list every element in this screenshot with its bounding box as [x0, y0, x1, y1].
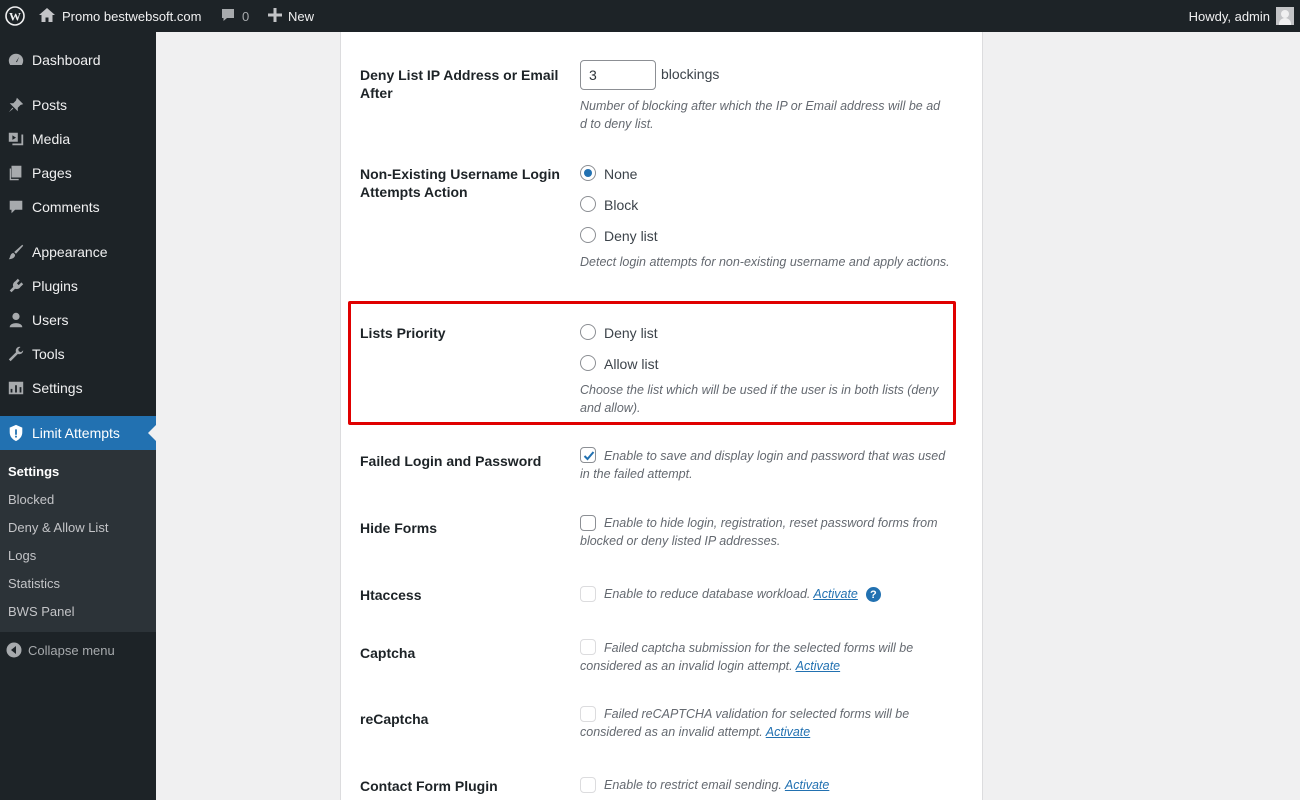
comments-link[interactable]: 0 — [220, 0, 249, 32]
sidebar-item-users[interactable]: Users — [0, 303, 156, 337]
submenu-item-bws-panel[interactable]: BWS Panel — [8, 597, 74, 625]
failed-login-description: Enable to save and display login and pas… — [580, 449, 946, 481]
non-existing-option-none[interactable]: None — [604, 166, 637, 182]
sidebar-item-label: Limit Attempts — [32, 425, 120, 441]
collapse-label: Collapse menu — [28, 642, 115, 658]
collapse-menu-button[interactable]: Collapse menu — [0, 633, 115, 667]
sidebar-item-plugins[interactable]: Plugins — [0, 269, 156, 303]
sidebar-item-posts[interactable]: Posts — [0, 88, 156, 122]
deny-after-description: Number of blocking after which the IP or… — [580, 99, 941, 131]
help-icon[interactable]: ? — [865, 587, 881, 603]
captcha-activate-link[interactable]: Activate — [796, 659, 840, 673]
plug-icon — [0, 277, 32, 295]
sidebar-item-dashboard[interactable]: Dashboard — [0, 43, 156, 77]
submenu-item-blocked[interactable]: Blocked — [8, 485, 54, 513]
submenu-item-logs[interactable]: Logs — [8, 541, 36, 569]
sidebar-item-media[interactable]: Media — [0, 122, 156, 156]
non-existing-description: Detect login attempts for non-existing u… — [580, 255, 950, 269]
htaccess-activate-link[interactable]: Activate — [813, 587, 857, 601]
account-menu[interactable]: Howdy, admin — [1189, 0, 1294, 32]
sidebar-item-label: Comments — [32, 199, 100, 215]
lists-priority-option-deny[interactable]: Deny list — [604, 325, 658, 341]
pages-icon — [0, 164, 32, 182]
contact-form-description-row: Enable to restrict email sending. Activa… — [580, 776, 950, 794]
site-name: Promo bestwebsoft.com — [62, 8, 202, 24]
lists-priority-radio-allow[interactable] — [580, 355, 596, 371]
lists-priority-label: Lists Priority — [360, 325, 446, 341]
submenu-item-settings[interactable]: Settings — [8, 457, 59, 485]
captcha-description: Failed captcha submission for the select… — [580, 641, 914, 673]
submenu-item-deny-allow-list[interactable]: Deny & Allow List — [8, 513, 108, 541]
home-icon — [38, 7, 56, 26]
limit-attempts-submenu: Settings Blocked Deny & Allow List Logs … — [0, 450, 156, 632]
recaptcha-description-row: Failed reCAPTCHA validation for selected… — [580, 705, 950, 741]
contact-form-label: Contact Form Plugin — [360, 778, 498, 794]
htaccess-label: Htaccess — [360, 587, 422, 603]
non-existing-radio-block[interactable] — [580, 196, 596, 212]
sidebar-item-label: Dashboard — [32, 52, 101, 68]
lists-priority-radio-deny[interactable] — [580, 324, 596, 340]
sidebar-item-appearance[interactable]: Appearance — [0, 235, 156, 269]
non-existing-label: Non-Existing Username Login Attempts Act… — [360, 166, 560, 200]
new-content-link[interactable]: New — [268, 0, 314, 32]
plus-icon — [268, 7, 282, 25]
sidebar-item-comments[interactable]: Comments — [0, 190, 156, 224]
captcha-label: Captcha — [360, 645, 416, 661]
sidebar-item-label: Tools — [32, 346, 65, 362]
contact-form-activate-link[interactable]: Activate — [785, 778, 829, 792]
lists-priority-option-allow[interactable]: Allow list — [604, 356, 658, 372]
htaccess-description-row: Enable to reduce database workload. Acti… — [580, 585, 950, 603]
sidebar-item-label: Settings — [32, 380, 83, 396]
submenu-item-statistics[interactable]: Statistics — [8, 569, 60, 597]
pin-icon — [0, 96, 32, 114]
sidebar-item-label: Posts — [32, 97, 68, 113]
sidebar-item-label: Pages — [32, 165, 72, 181]
captcha-description-row: Failed captcha submission for the select… — [580, 639, 950, 675]
site-name-link[interactable]: Promo bestwebsoft.com — [38, 0, 201, 32]
sidebar-item-tools[interactable]: Tools — [0, 337, 156, 371]
brush-icon — [0, 243, 32, 261]
comments-count: 0 — [242, 8, 250, 24]
deny-after-suffix: blockings — [661, 66, 720, 82]
recaptcha-label: reCaptcha — [360, 711, 429, 727]
contact-form-description: Enable to restrict email sending. — [604, 778, 782, 792]
sidebar-item-label: Plugins — [32, 278, 78, 294]
sidebar-item-settings[interactable]: Settings — [0, 371, 156, 405]
deny-after-input[interactable] — [580, 60, 656, 90]
non-existing-option-deny-list[interactable]: Deny list — [604, 228, 658, 244]
settings-icon — [0, 379, 32, 397]
svg-text:W: W — [9, 10, 21, 24]
failed-login-label: Failed Login and Password — [360, 453, 542, 469]
media-icon — [0, 130, 32, 148]
collapse-arrow-icon — [0, 642, 28, 658]
hide-forms-label: Hide Forms — [360, 520, 438, 536]
non-existing-radio-none[interactable] — [580, 165, 596, 181]
deny-after-label: Deny List IP Address or Email After — [360, 67, 559, 101]
recaptcha-activate-link[interactable]: Activate — [766, 725, 810, 739]
user-icon — [0, 311, 32, 329]
sidebar-item-label: Media — [32, 131, 71, 147]
sidebar-item-limit-attempts[interactable]: Limit Attempts — [0, 416, 156, 450]
dashboard-icon — [0, 51, 32, 69]
comment-icon — [0, 198, 32, 216]
shield-icon — [0, 424, 32, 442]
admin-sidebar: Dashboard Posts Media Pages Comments App… — [0, 32, 156, 800]
new-label: New — [288, 8, 315, 24]
htaccess-description: Enable to reduce database workload. — [604, 587, 811, 601]
hide-forms-description: Enable to hide login, registration, rese… — [580, 516, 938, 548]
wordpress-logo-icon[interactable]: W — [0, 0, 30, 32]
sidebar-item-label: Users — [32, 312, 69, 328]
avatar — [1276, 7, 1294, 25]
lists-priority-description: Choose the list which will be used if th… — [580, 383, 939, 415]
recaptcha-description: Failed reCAPTCHA validation for selected… — [580, 707, 910, 739]
comment-bubble-icon — [220, 7, 236, 26]
howdy-text: Howdy, admin — [1188, 8, 1270, 24]
wrench-icon — [0, 345, 32, 363]
non-existing-option-block[interactable]: Block — [604, 197, 638, 213]
sidebar-item-label: Appearance — [32, 244, 108, 260]
admin-bar: W Promo bestwebsoft.com 0 New Howdy, adm… — [0, 0, 1300, 32]
non-existing-radio-deny-list[interactable] — [580, 227, 596, 243]
sidebar-item-pages[interactable]: Pages — [0, 156, 156, 190]
